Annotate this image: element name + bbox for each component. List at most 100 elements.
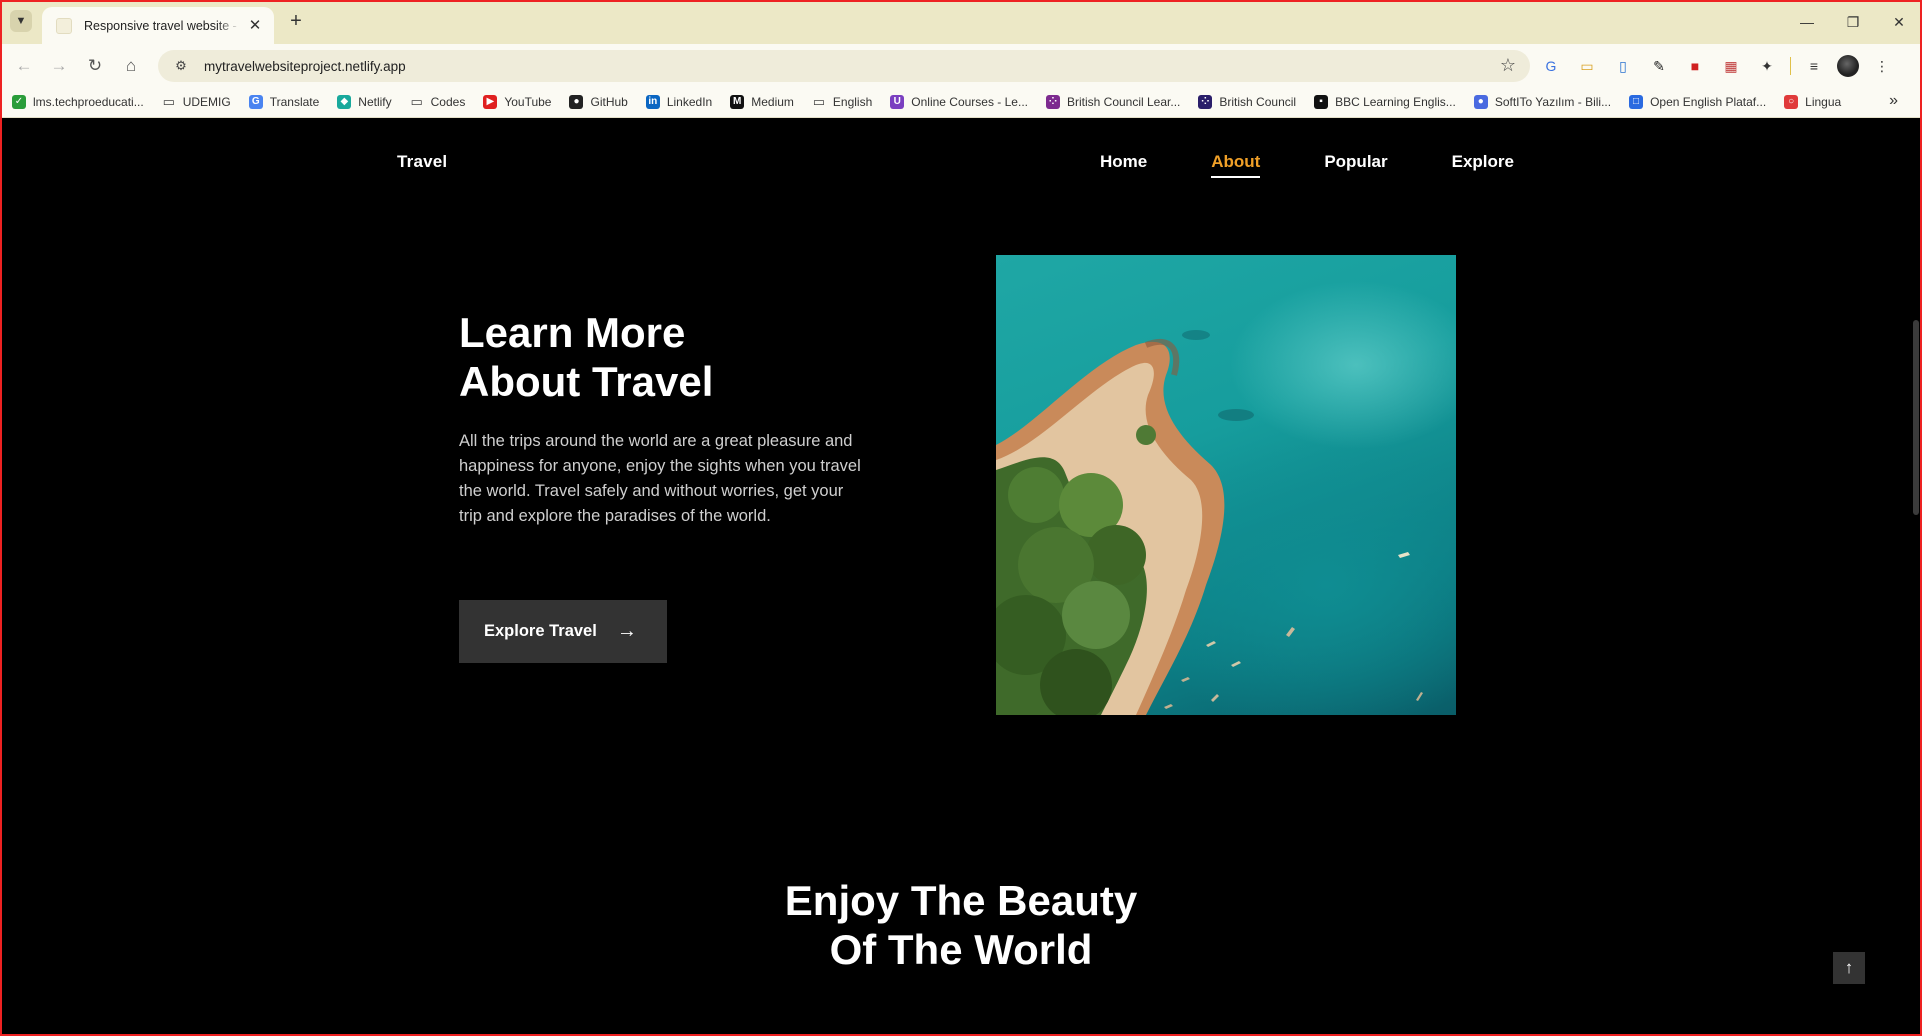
eyedropper-extension-icon[interactable]: ✎ (1646, 53, 1672, 79)
bookmark-item[interactable]: G Translate (248, 94, 320, 109)
bookmark-label: YouTube (504, 94, 552, 109)
home-icon[interactable]: ⌂ (117, 52, 145, 80)
bookmark-item[interactable]: in LinkedIn (645, 94, 713, 109)
bookmark-label: Open English Plataf... (1650, 94, 1767, 109)
bookmark-item[interactable]: ✓ lms.techproeducati... (12, 94, 144, 109)
back-arrow-icon[interactable]: ← (10, 52, 38, 80)
arrow-right-icon: → (616, 620, 637, 642)
check-circle-icon: ✓ (12, 94, 26, 109)
explore-travel-button[interactable]: Explore Travel → (459, 600, 667, 663)
calendar-extension-icon[interactable]: ▦ (1718, 53, 1744, 79)
restore-icon[interactable]: ❐ (1830, 0, 1876, 44)
more-menu-icon[interactable]: ⋮ (1869, 53, 1895, 79)
bookmark-item[interactable]: ○ Lingua (1784, 94, 1842, 109)
bookmark-item[interactable]: M Medium (730, 94, 794, 109)
bookmark-label: Online Courses - Le... (911, 94, 1028, 109)
scrollbar-thumb[interactable] (1913, 320, 1919, 515)
nav-link-popular[interactable]: Popular (1324, 152, 1387, 178)
beauty-title-line2: Of The World (829, 926, 1093, 973)
bookmark-label: Codes (430, 94, 466, 109)
tab-title: Responsive travel website - Bedimcode (84, 18, 240, 33)
bookmark-item[interactable]: □ Open English Plataf... (1629, 94, 1767, 109)
browser-tab-bar: ▼ Responsive travel website - Bedimcode … (0, 0, 1922, 44)
page-scrollbar[interactable] (1912, 120, 1920, 1036)
nav-link-explore[interactable]: Explore (1452, 152, 1514, 178)
bookmark-label: SoftITo Yazılım - Bili... (1494, 94, 1612, 109)
site-info-icon[interactable]: ⚙ (170, 55, 192, 77)
clipboard-extension-icon[interactable]: ▯ (1610, 53, 1636, 79)
toolbar-divider (1790, 57, 1791, 75)
bookmark-label: English (832, 94, 873, 109)
translate-extension-icon[interactable]: G (1538, 53, 1564, 79)
profile-avatar[interactable] (1837, 55, 1859, 77)
scroll-top-button[interactable]: ↑ (1833, 952, 1865, 984)
youtube-icon: ▶ (483, 94, 498, 109)
bookmark-label: GitHub (590, 94, 628, 109)
tab-search-button[interactable]: ▼ (10, 10, 32, 32)
bookmark-label: Medium (751, 94, 794, 109)
off-extension-icon[interactable]: ■ (1682, 53, 1708, 79)
bookmark-item[interactable]: ◆ Netlify (337, 94, 392, 109)
minimize-icon[interactable]: — (1784, 0, 1830, 44)
about-title-line1: Learn More (459, 309, 686, 356)
netlify-icon: ◆ (337, 94, 352, 109)
lingua-icon: ○ (1784, 94, 1799, 109)
arrow-up-icon: ↑ (1844, 958, 1854, 977)
bookmark-item[interactable]: ⁘ British Council Lear... (1045, 94, 1181, 109)
bbc-icon: ▪ (1314, 94, 1329, 109)
folder-icon: ▭ (410, 93, 423, 109)
bookmark-label: UDEMIG (182, 94, 231, 109)
softito-icon: ● (1473, 94, 1488, 109)
bookmark-item[interactable]: ▭ Codes (410, 93, 466, 109)
site-logo[interactable]: Travel (397, 152, 447, 172)
bookmark-item[interactable]: ● GitHub (569, 94, 628, 109)
extensions-area: G ▭ ▯ ✎ ■ ▦ ✦ ≡ ⋮ (1538, 52, 1895, 80)
browser-tab-active[interactable]: Responsive travel website - Bedimcode ✕ (42, 7, 274, 44)
nav-link-home[interactable]: Home (1100, 152, 1147, 178)
bookmark-item[interactable]: U Online Courses - Le... (890, 94, 1028, 109)
bookmark-star-icon[interactable]: ☆ (1500, 55, 1516, 76)
reading-list-icon[interactable]: ≡ (1801, 53, 1827, 79)
linkedin-icon: in (645, 94, 660, 109)
forward-arrow-icon[interactable]: → (45, 52, 73, 80)
new-tab-button[interactable]: + (284, 10, 308, 34)
site-nav: Home About Popular Explore (1100, 152, 1514, 178)
bookmark-label: British Council Lear... (1066, 94, 1181, 109)
wallet-extension-icon[interactable]: ▭ (1574, 53, 1600, 79)
bookmark-label: LinkedIn (666, 94, 713, 109)
bookmark-label: BBC Learning Englis... (1335, 94, 1456, 109)
address-bar[interactable]: ⚙ mytravelwebsiteproject.netlify.app ☆ (158, 50, 1530, 82)
bookmarks-overflow-icon[interactable]: » (1889, 92, 1898, 110)
reload-icon[interactable]: ↻ (81, 52, 109, 80)
nav-link-about[interactable]: About (1211, 152, 1261, 178)
close-icon[interactable]: ✕ (246, 17, 264, 35)
site-header: Travel Home About Popular Explore (0, 118, 1922, 208)
close-window-icon[interactable]: ✕ (1876, 0, 1922, 44)
explore-travel-label: Explore Travel (484, 622, 597, 640)
about-title: Learn More About Travel (459, 308, 859, 406)
bookmark-label: Translate (269, 94, 320, 109)
about-title-line2: About Travel (459, 358, 714, 405)
puzzle-extensions-icon[interactable]: ✦ (1754, 53, 1780, 79)
bookmark-label: Lingua (1805, 94, 1842, 109)
section-beauty-title: Enjoy The Beauty Of The World (0, 876, 1922, 974)
browser-toolbar: ← → ↻ ⌂ ⚙ mytravelwebsiteproject.netlify… (0, 44, 1922, 86)
british-council-icon: ⁘ (1045, 94, 1060, 109)
tab-favicon-icon (56, 17, 72, 34)
folder-icon: ▭ (812, 93, 826, 109)
window-controls: — ❐ ✕ (1784, 0, 1922, 44)
bookmark-item[interactable]: ▭ English (812, 93, 873, 109)
bookmark-label: British Council (1219, 94, 1297, 109)
bookmark-item[interactable]: ▭ UDEMIG (162, 94, 231, 109)
bookmark-item[interactable]: ▪ BBC Learning Englis... (1314, 94, 1456, 109)
island-illustration (996, 330, 1423, 715)
open-english-icon: □ (1629, 94, 1644, 109)
github-icon: ● (569, 94, 584, 109)
bookmark-item[interactable]: ● SoftITo Yazılım - Bili... (1473, 94, 1612, 109)
bookmark-item[interactable]: ▶ YouTube (483, 94, 552, 109)
about-description: All the trips around the world are a gre… (459, 432, 861, 525)
bookmark-label: lms.techproeducati... (33, 94, 144, 109)
bookmark-item[interactable]: ⁘ British Council (1198, 94, 1297, 109)
url-text: mytravelwebsiteproject.netlify.app (204, 58, 406, 74)
bookmarks-bar: ✓ lms.techproeducati... ▭ UDEMIG G Translate ◆… (0, 86, 1922, 118)
